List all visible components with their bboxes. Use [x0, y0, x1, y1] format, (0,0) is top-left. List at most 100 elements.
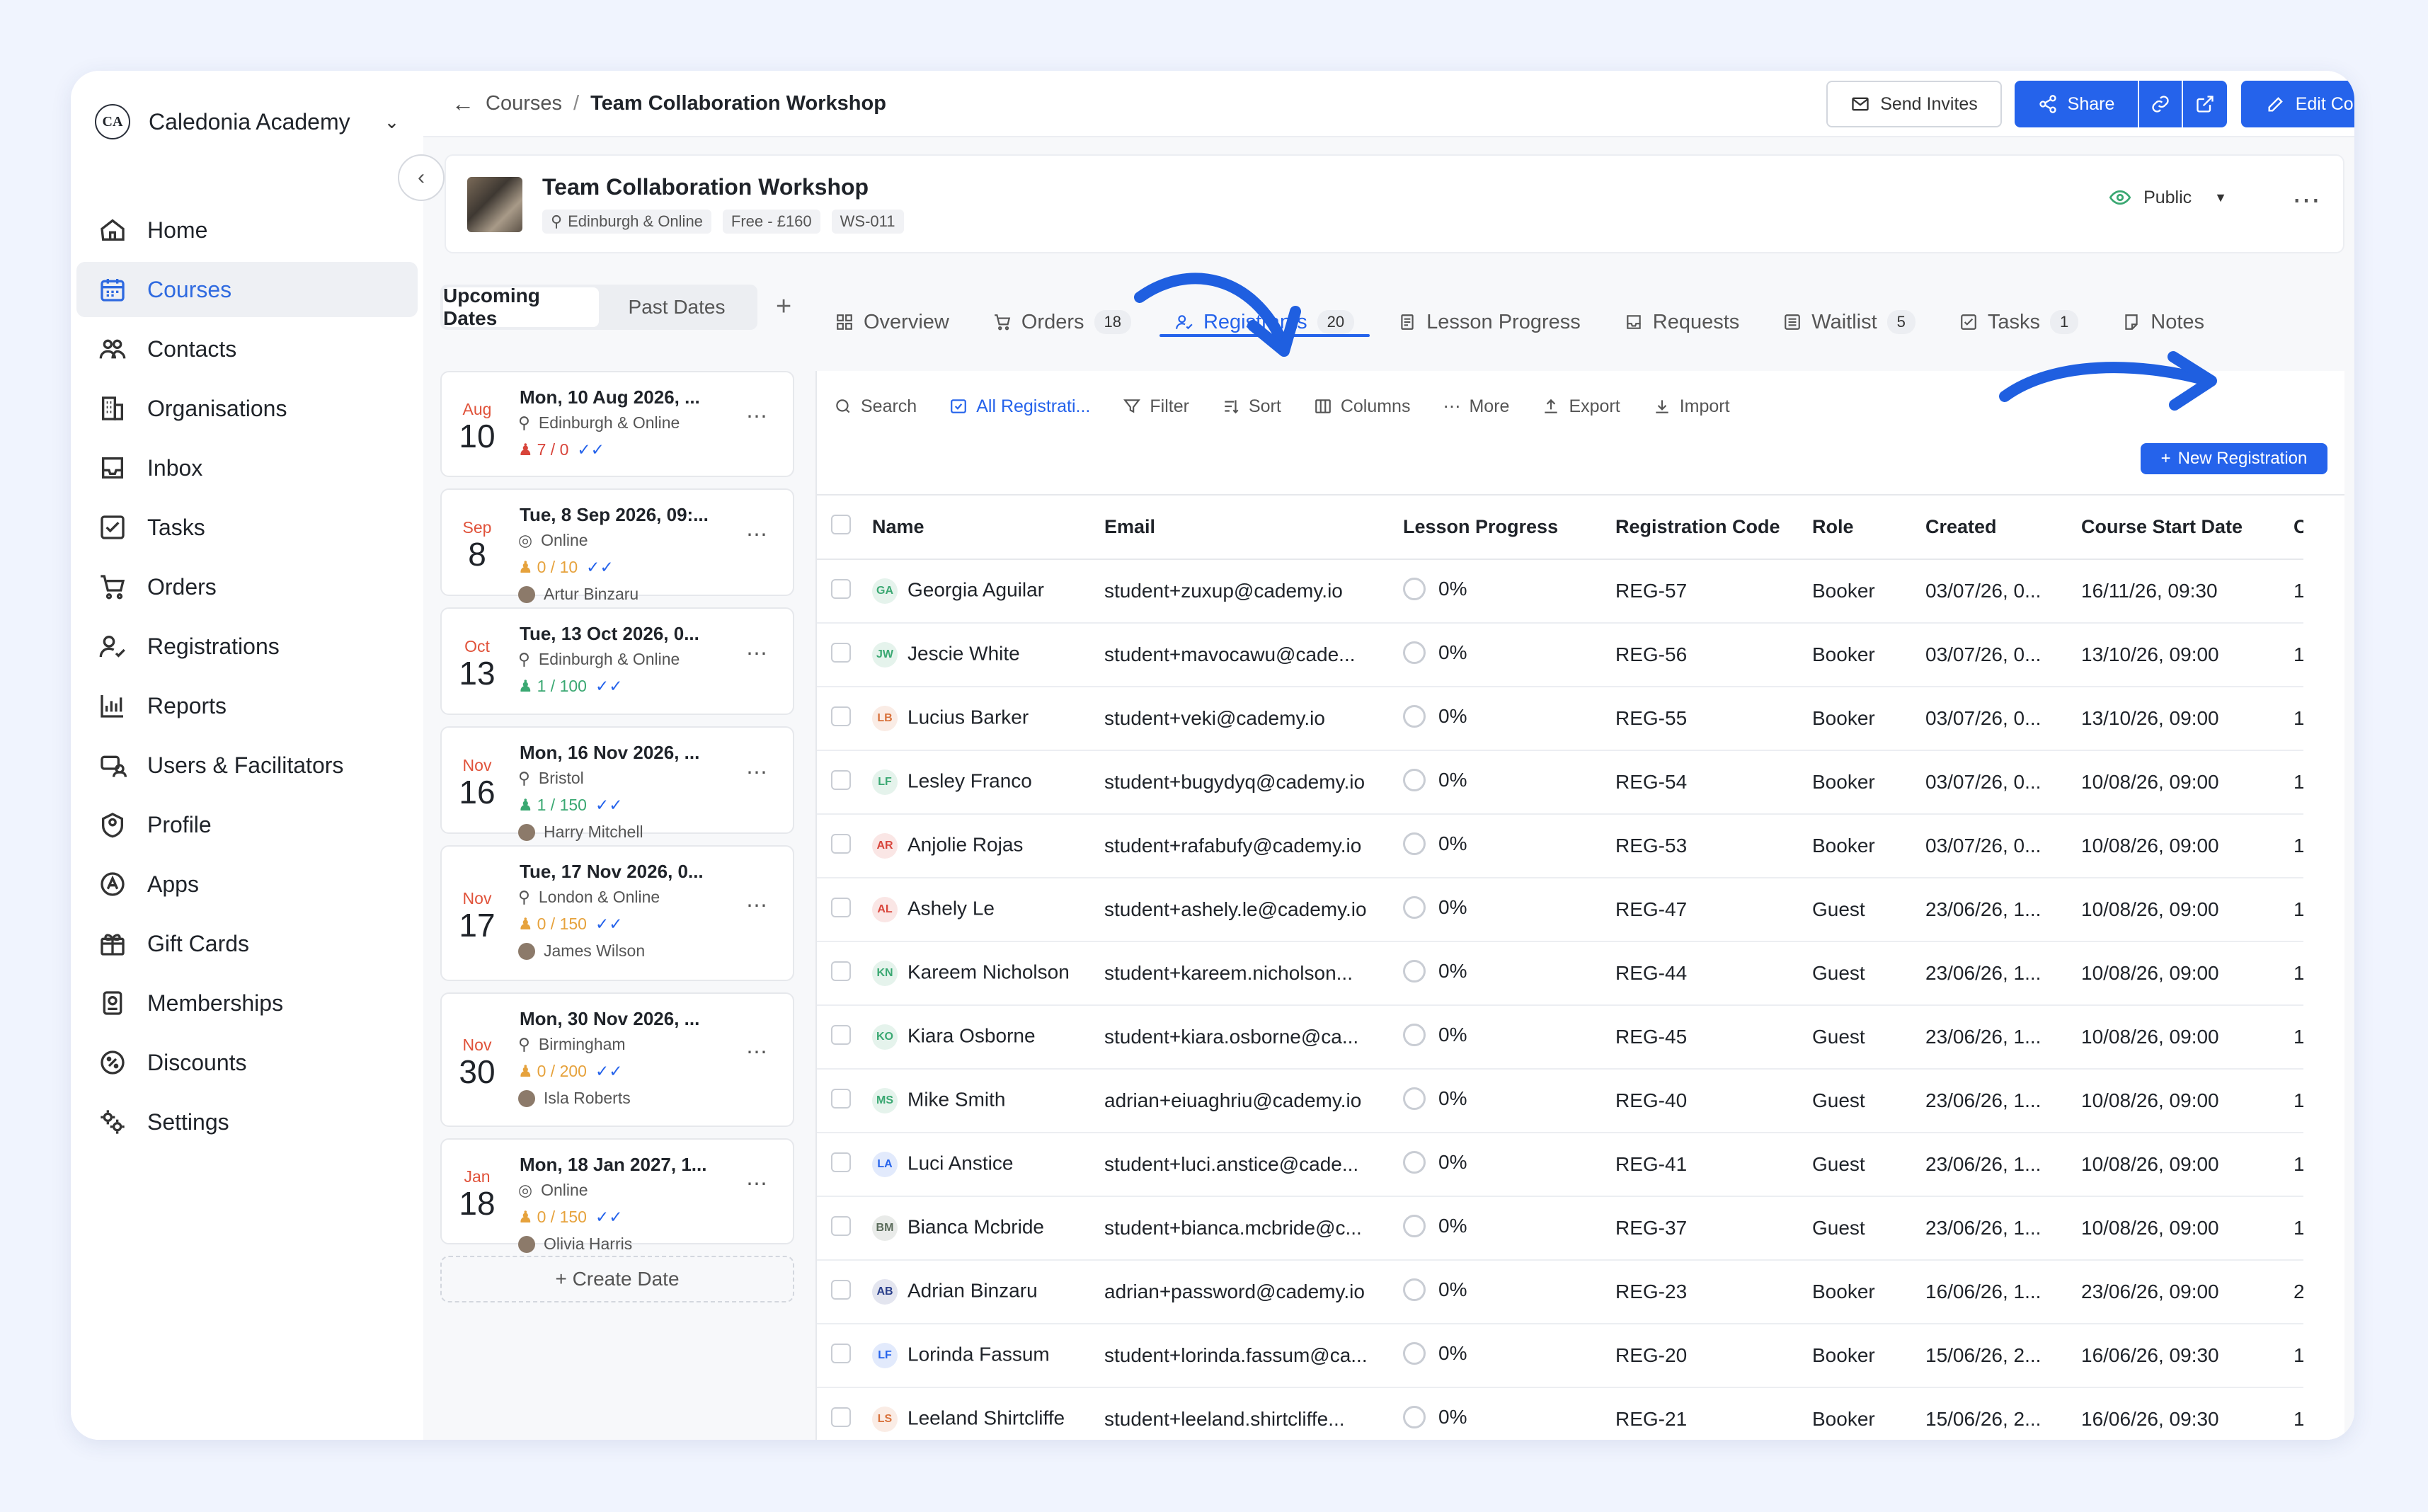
registrant-name[interactable]: Bianca Mcbride	[907, 1215, 1044, 1237]
table-row[interactable]: GA Georgia Aguilar student+zuxup@cademy.i…	[817, 559, 2303, 624]
column-header[interactable]: Name	[866, 496, 1092, 560]
share-button[interactable]: Share	[2015, 81, 2138, 127]
column-header[interactable]: Created	[1920, 496, 2075, 560]
registrant-name[interactable]: Jescie White	[907, 642, 1020, 664]
date-card[interactable]: Nov 30 Mon, 30 Nov 2026, ... ⚲ Birmingham…	[440, 992, 794, 1127]
registrant-name[interactable]: Luci Anstice	[907, 1152, 1013, 1174]
table-row[interactable]: BM Bianca Mcbride student+bianca.mcbride@…	[817, 1196, 2303, 1261]
visibility-dropdown[interactable]: Public ▼	[2109, 187, 2227, 208]
add-tab-button[interactable]: +	[776, 292, 791, 322]
registrant-name[interactable]: Lorinda Fassum	[907, 1343, 1050, 1365]
registrant-name[interactable]: Ashely Le	[907, 897, 995, 919]
select-all-checkbox[interactable]	[831, 515, 851, 534]
table-row[interactable]: LS Leeland Shirtcliffe student+leeland.sh…	[817, 1387, 2303, 1440]
date-more-button[interactable]: ⋯	[746, 522, 767, 547]
table-row[interactable]: AL Ashely Le student+ashely.le@cademy.io …	[817, 878, 2303, 942]
sidebar-item-users-facilitators[interactable]: Users & Facilitators	[76, 738, 418, 793]
sidebar-item-gift-cards[interactable]: Gift Cards	[76, 916, 418, 971]
row-checkbox[interactable]	[831, 706, 851, 726]
registrant-name[interactable]: Adrian Binzaru	[907, 1279, 1038, 1301]
sidebar-item-profile[interactable]: Profile	[76, 797, 418, 852]
open-external-button[interactable]	[2183, 81, 2227, 127]
table-row[interactable]: LA Luci Anstice student+luci.anstice@cade…	[817, 1133, 2303, 1197]
send-invites-button[interactable]: Send Invites	[1826, 81, 2002, 127]
date-card[interactable]: Jan 18 Mon, 18 Jan 2027, 1... ◎ Online ♟ 0 …	[440, 1138, 794, 1253]
row-checkbox[interactable]	[831, 833, 851, 854]
registrant-name[interactable]: Lesley Franco	[907, 769, 1032, 791]
sidebar-item-tasks[interactable]: Tasks	[76, 500, 418, 555]
registrant-name[interactable]: Kareem Nicholson	[907, 961, 1070, 983]
column-header[interactable]: Role	[1806, 496, 1920, 560]
tab-overview[interactable]: Overview	[820, 285, 965, 350]
registrant-name[interactable]: Anjolie Rojas	[907, 833, 1023, 855]
search-button[interactable]: Search	[834, 396, 917, 417]
copy-link-button[interactable]	[2139, 81, 2182, 127]
row-checkbox[interactable]	[831, 961, 851, 981]
sort-button[interactable]: Sort	[1222, 396, 1281, 417]
row-checkbox[interactable]	[831, 1343, 851, 1363]
create-date-button[interactable]: + Create Date	[440, 1256, 794, 1302]
course-more-button[interactable]: ⋯	[2292, 184, 2322, 217]
registrant-name[interactable]: Leeland Shirtcliffe	[907, 1407, 1065, 1428]
columns-button[interactable]: Columns	[1314, 396, 1410, 417]
upcoming-dates-tab[interactable]: Upcoming Dates	[443, 285, 599, 329]
sidebar-item-orders[interactable]: Orders	[76, 559, 418, 614]
collapse-sidebar-button[interactable]: ‹	[398, 154, 445, 201]
row-checkbox[interactable]	[831, 1407, 851, 1427]
date-more-button[interactable]: ⋯	[746, 1040, 767, 1065]
registrant-name[interactable]: Kiara Osborne	[907, 1024, 1036, 1046]
date-card[interactable]: Oct 13 Tue, 13 Oct 2026, 0... ⚲ Edinburgh…	[440, 607, 794, 715]
sidebar-item-contacts[interactable]: Contacts	[76, 321, 418, 377]
sidebar-item-home[interactable]: Home	[76, 202, 418, 258]
row-checkbox[interactable]	[831, 578, 851, 599]
registrant-name[interactable]: Lucius Barker	[907, 706, 1029, 728]
row-checkbox[interactable]	[831, 1279, 851, 1300]
sidebar-item-organisations[interactable]: Organisations	[76, 381, 418, 436]
export-button[interactable]: Export	[1542, 396, 1620, 417]
table-row[interactable]: AB Adrian Binzaru adrian+password@cademy.…	[817, 1260, 2303, 1324]
date-more-button[interactable]: ⋯	[746, 1172, 767, 1196]
registrant-name[interactable]: Mike Smith	[907, 1088, 1005, 1110]
row-checkbox[interactable]	[831, 1088, 851, 1109]
sidebar-item-apps[interactable]: Apps	[76, 857, 418, 912]
new-registration-button[interactable]: + New Registration	[2141, 443, 2327, 474]
date-more-button[interactable]: ⋯	[746, 641, 767, 666]
table-row[interactable]: LF Lesley Franco student+bugydyq@cademy.i…	[817, 750, 2303, 815]
tab-waitlist[interactable]: Waitlist 5	[1768, 285, 1931, 350]
sidebar-item-settings[interactable]: Settings	[76, 1094, 418, 1150]
table-row[interactable]: AR Anjolie Rojas student+rafabufy@cademy.…	[817, 814, 2303, 878]
edit-course-button[interactable]: Edit Course	[2241, 81, 2354, 127]
view-selector[interactable]: All Registrati...	[949, 396, 1090, 417]
row-checkbox[interactable]	[831, 1152, 851, 1172]
table-row[interactable]: LB Lucius Barker student+veki@cademy.io 0…	[817, 687, 2303, 751]
sidebar-item-inbox[interactable]: Inbox	[76, 440, 418, 496]
column-header[interactable]: Lesson Progress	[1397, 496, 1610, 560]
sidebar-item-reports[interactable]: Reports	[76, 678, 418, 733]
filter-button[interactable]: Filter	[1123, 396, 1189, 417]
tab-requests[interactable]: Requests	[1609, 285, 1756, 350]
column-header[interactable]: Email	[1092, 496, 1397, 560]
more-button[interactable]: ⋯ More	[1443, 396, 1509, 417]
import-button[interactable]: Import	[1653, 396, 1730, 417]
date-card[interactable]: Aug 10 Mon, 10 Aug 2026, ... ⚲ Edinburgh …	[440, 371, 794, 477]
date-card[interactable]: Nov 16 Mon, 16 Nov 2026, ... ⚲ Bristol ♟ 1 …	[440, 726, 794, 841]
table-row[interactable]: KO Kiara Osborne student+kiara.osborne@ca…	[817, 1005, 2303, 1070]
table-row[interactable]: KN Kareem Nicholson student+kareem.nichol…	[817, 941, 2303, 1006]
date-more-button[interactable]: ⋯	[746, 404, 767, 429]
registrant-name[interactable]: Georgia Aguilar	[907, 578, 1044, 600]
sidebar-item-discounts[interactable]: Discounts	[76, 1035, 418, 1090]
row-checkbox[interactable]	[831, 1024, 851, 1045]
tab-orders[interactable]: Orders 18	[978, 285, 1147, 350]
date-more-button[interactable]: ⋯	[746, 893, 767, 918]
column-header[interactable]: Registration Code	[1610, 496, 1806, 560]
breadcrumb-courses-link[interactable]: Courses	[486, 92, 562, 115]
row-checkbox[interactable]	[831, 1215, 851, 1236]
sidebar-item-memberships[interactable]: Memberships	[76, 975, 418, 1031]
back-arrow-icon[interactable]: ←	[452, 91, 474, 117]
table-row[interactable]: LF Lorinda Fassum student+lorinda.fassum@…	[817, 1324, 2303, 1388]
date-card[interactable]: Sep 8 Tue, 8 Sep 2026, 09:... ◎ Online ♟ 0 …	[440, 488, 794, 603]
row-checkbox[interactable]	[831, 897, 851, 917]
sidebar-item-courses[interactable]: Courses	[76, 262, 418, 317]
past-dates-tab[interactable]: Past Dates	[599, 287, 755, 327]
date-more-button[interactable]: ⋯	[746, 760, 767, 785]
